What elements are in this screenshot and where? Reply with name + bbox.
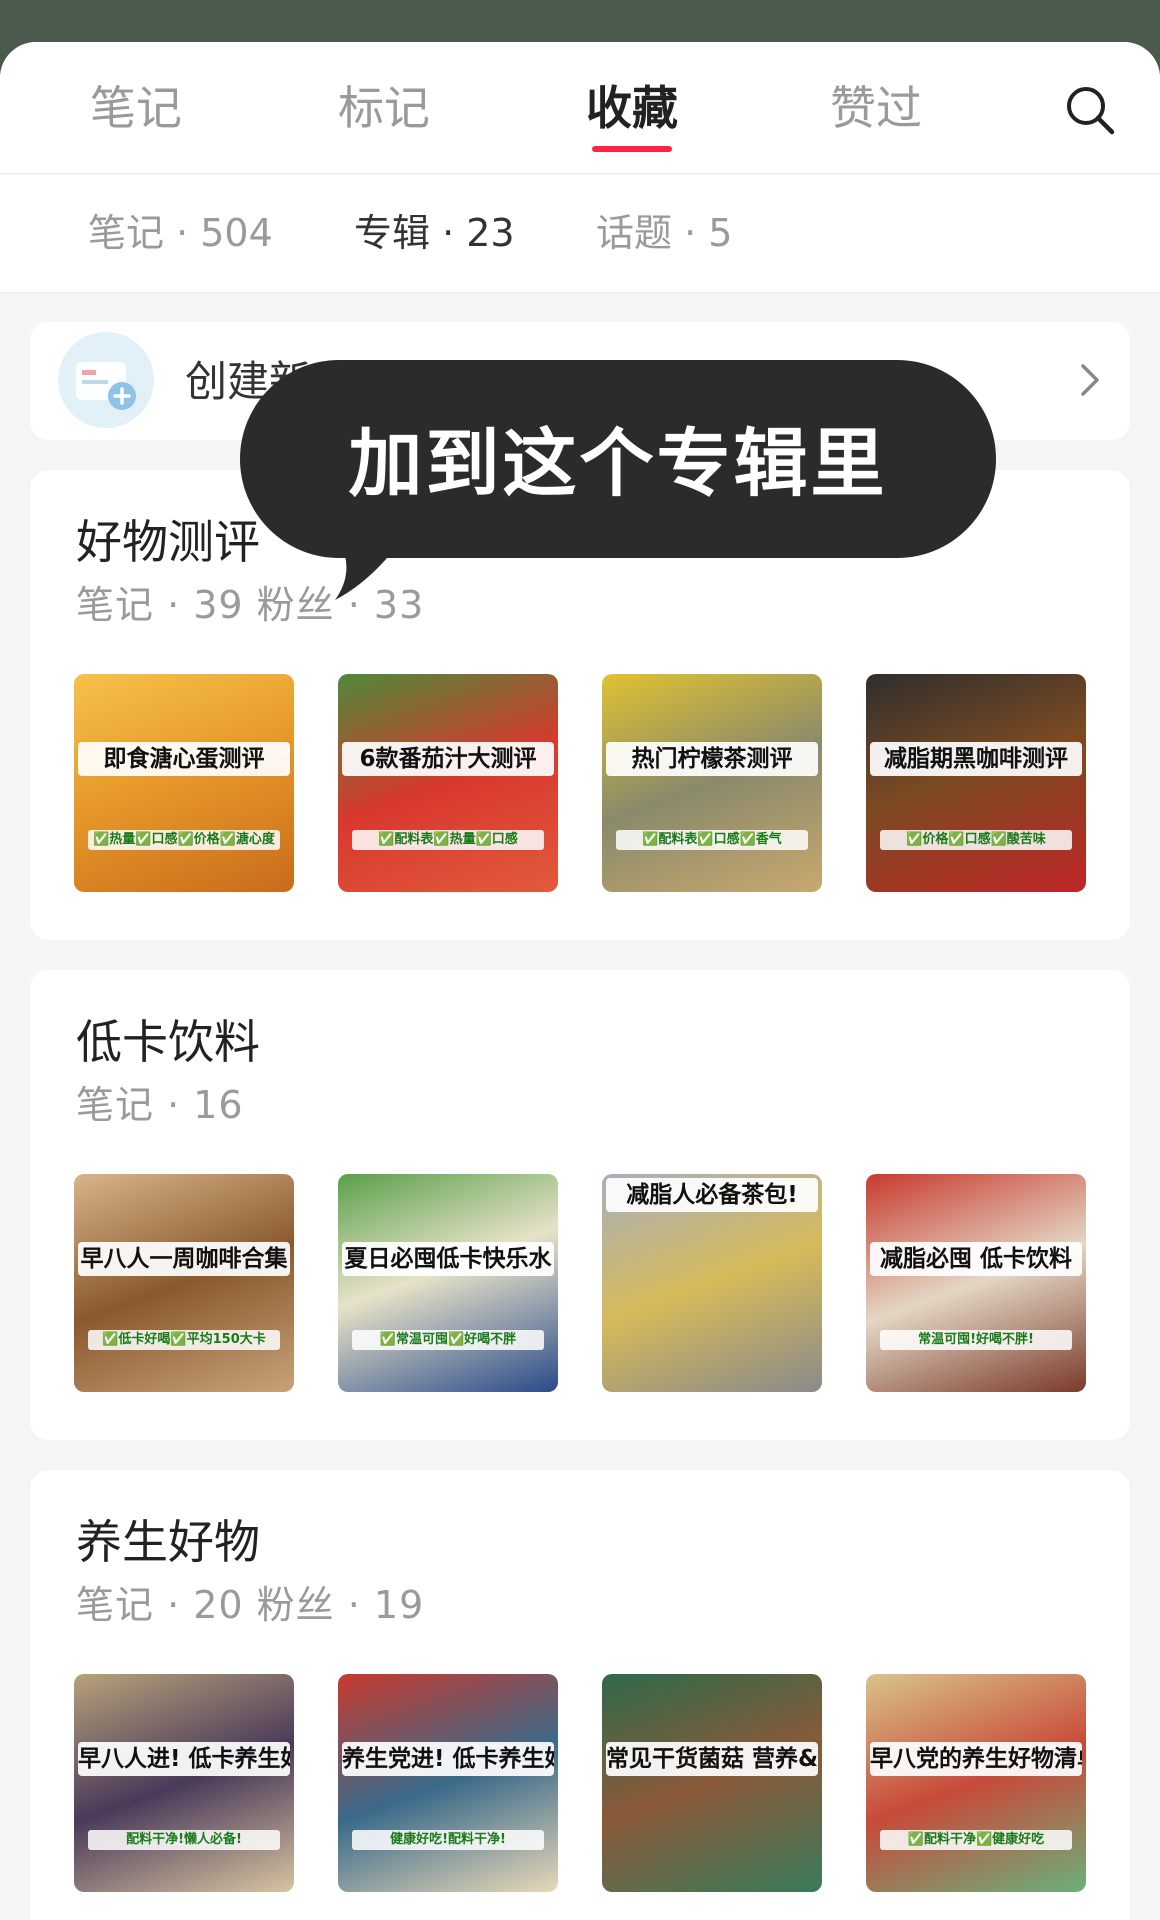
thumbnail-title: 常见干货菌菇 营养&挑选指南: [606, 1742, 818, 1776]
sub-tab-bar: 笔记 · 504 专辑 · 23 话题 · 5: [0, 175, 1160, 293]
thumbnail-title: 减脂期黑咖啡测评: [870, 742, 1082, 776]
overlay-bubble-text: 加到这个专辑里: [348, 421, 888, 507]
search-button[interactable]: [1062, 82, 1118, 138]
thumbnail-title: 养生党进! 低卡养生好物(一): [342, 1742, 554, 1776]
thumbnail-subtitle: 健康好吃!配料干净!: [352, 1830, 544, 1850]
album-thumbnail[interactable]: 养生党进! 低卡养生好物(一) 健康好吃!配料干净!: [338, 1674, 558, 1892]
album-thumbnail[interactable]: 减脂期黑咖啡测评 ✅价格✅口感✅酸苦味: [866, 674, 1086, 892]
thumbnail-subtitle: ✅配料干净✅健康好吃: [880, 1830, 1072, 1850]
thumbnail-title: 早八人进! 低卡养生好物(二): [78, 1742, 290, 1776]
thumbnail-title: 夏日必囤低卡快乐水: [342, 1242, 554, 1276]
thumbnail-subtitle: ✅热量✅口感✅价格✅溏心度: [88, 830, 280, 850]
thumbnail-title: 即食溏心蛋测评: [78, 742, 290, 776]
collection-sheet: 笔记 标记 收藏 赞过 笔记 · 504 专辑 · 23 话题 · 5 好物测评…: [0, 42, 1160, 1920]
top-tab-bar: 笔记 标记 收藏 赞过: [0, 42, 1160, 174]
tab-collections[interactable]: 收藏: [552, 78, 712, 138]
subtab-albums[interactable]: 专辑 · 23: [354, 205, 515, 261]
album-title: 养生好物: [76, 1515, 260, 1569]
album-thumbnail[interactable]: 早八党的养生好物清单 ✅配料干净✅健康好吃: [866, 1674, 1086, 1892]
thumbnail-title: 减脂必囤 低卡饮料: [870, 1242, 1082, 1276]
album-thumbnails: 即食溏心蛋测评 ✅热量✅口感✅价格✅溏心度 6款番茄汁大测评 ✅配料表✅热量✅口…: [74, 674, 1094, 892]
album-meta: 笔记 · 20 粉丝 · 19: [76, 1583, 425, 1627]
album-card[interactable]: 养生好物 笔记 · 20 粉丝 · 19 早八人进! 低卡养生好物(二) 配料干…: [30, 1470, 1130, 1920]
album-title: 低卡饮料: [76, 1015, 260, 1069]
active-tab-indicator: [592, 146, 672, 152]
thumbnail-subtitle: ✅常温可囤✅好喝不胖: [352, 1330, 544, 1350]
tab-liked[interactable]: 赞过: [796, 78, 956, 138]
subtab-topics[interactable]: 话题 · 5: [596, 205, 732, 261]
album-thumbnail[interactable]: 夏日必囤低卡快乐水 ✅常温可囤✅好喝不胖: [338, 1174, 558, 1392]
thumbnail-subtitle: 配料干净!懒人必备!: [88, 1830, 280, 1850]
album-thumbnails: 早八人一周咖啡合集 ✅低卡好喝✅平均150大卡 夏日必囤低卡快乐水 ✅常温可囤✅…: [74, 1174, 1094, 1392]
tab-notes[interactable]: 笔记: [56, 78, 216, 138]
album-thumbnail[interactable]: 即食溏心蛋测评 ✅热量✅口感✅价格✅溏心度: [74, 674, 294, 892]
speech-bubble-tail: [335, 542, 400, 600]
thumbnail-title: 早八人一周咖啡合集: [78, 1242, 290, 1276]
album-thumbnail[interactable]: 6款番茄汁大测评 ✅配料表✅热量✅口感: [338, 674, 558, 892]
album-title: 好物测评: [76, 515, 260, 569]
thumbnail-title: 早八党的养生好物清单: [870, 1742, 1082, 1776]
tab-marks[interactable]: 标记: [304, 78, 464, 138]
thumbnail-subtitle: ✅价格✅口感✅酸苦味: [880, 830, 1072, 850]
thumbnail-subtitle: ✅配料表✅热量✅口感: [352, 830, 544, 850]
thumbnail-title: 减脂人必备茶包!: [606, 1178, 818, 1212]
album-card[interactable]: 低卡饮料 笔记 · 16 早八人一周咖啡合集 ✅低卡好喝✅平均150大卡 夏日必…: [30, 970, 1130, 1440]
chevron-right-icon: [1070, 360, 1110, 400]
search-icon: [1067, 87, 1115, 135]
album-thumbnail[interactable]: 早八人一周咖啡合集 ✅低卡好喝✅平均150大卡: [74, 1174, 294, 1392]
album-add-icon: [58, 332, 154, 428]
thumbnail-title: 6款番茄汁大测评: [342, 742, 554, 776]
overlay-speech-bubble: 加到这个专辑里: [240, 360, 996, 558]
album-thumbnail[interactable]: 减脂必囤 低卡饮料 常温可囤!好喝不胖!: [866, 1174, 1086, 1392]
album-thumbnails: 早八人进! 低卡养生好物(二) 配料干净!懒人必备! 养生党进! 低卡养生好物(…: [74, 1674, 1094, 1892]
album-thumbnail[interactable]: 常见干货菌菇 营养&挑选指南: [602, 1674, 822, 1892]
album-thumbnail[interactable]: 早八人进! 低卡养生好物(二) 配料干净!懒人必备!: [74, 1674, 294, 1892]
thumbnail-title: 热门柠檬茶测评: [606, 742, 818, 776]
album-thumbnail[interactable]: 热门柠檬茶测评 ✅配料表✅口感✅香气: [602, 674, 822, 892]
thumbnail-subtitle: ✅低卡好喝✅平均150大卡: [88, 1330, 280, 1350]
album-meta: 笔记 · 16: [76, 1083, 244, 1127]
subtab-notes[interactable]: 笔记 · 504: [88, 205, 273, 261]
album-thumbnail[interactable]: 减脂人必备茶包!: [602, 1174, 822, 1392]
thumbnail-subtitle: 常温可囤!好喝不胖!: [880, 1330, 1072, 1350]
thumbnail-subtitle: ✅配料表✅口感✅香气: [616, 830, 808, 850]
